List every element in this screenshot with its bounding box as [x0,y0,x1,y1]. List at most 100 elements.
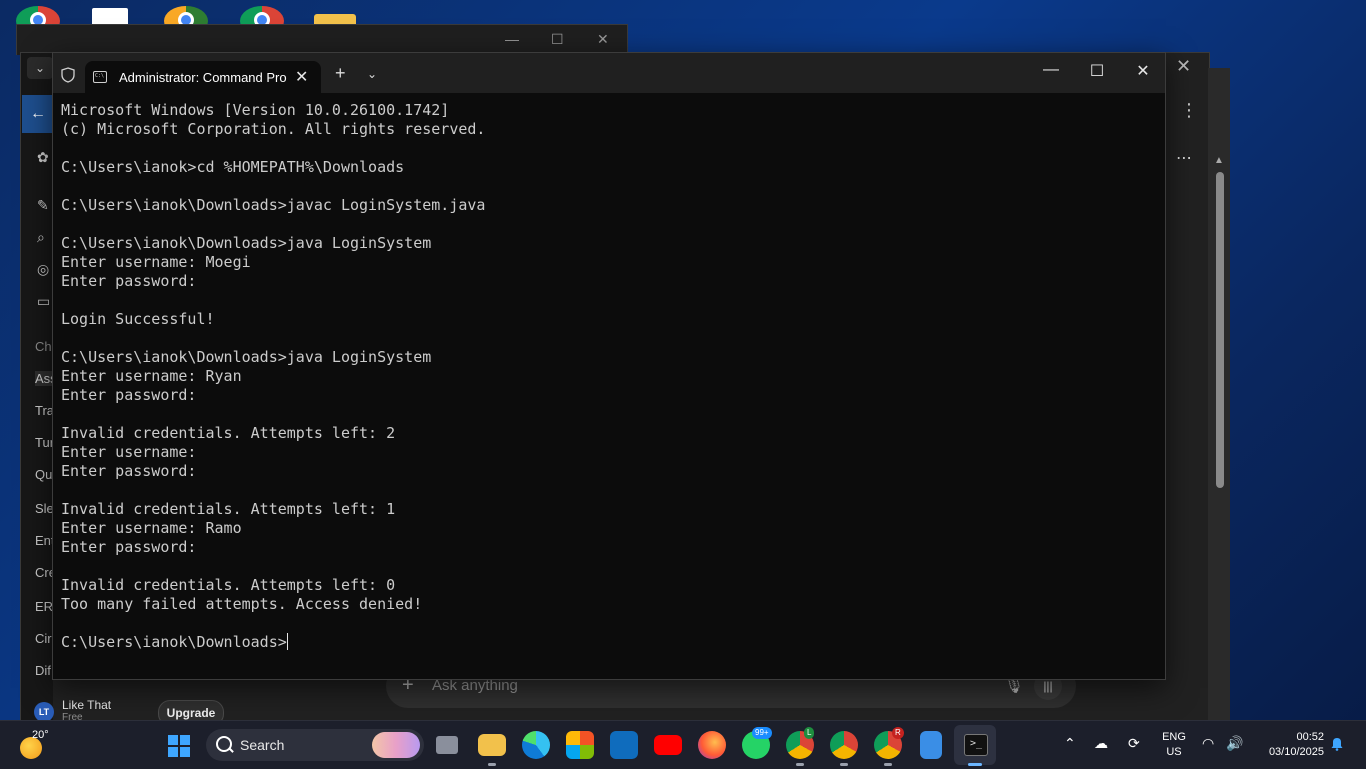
search-highlight-image [372,732,420,758]
language-indicator[interactable]: ENG US [1162,730,1186,760]
new-tab-icon[interactable]: + [335,63,346,84]
windows-start-icon[interactable] [168,735,190,757]
running-indicator [884,763,892,766]
maximize-icon[interactable]: ☐ [551,31,564,48]
terminal-titlebar[interactable]: Administrator: Command Pro ✕ + ⌄ — ☐ ✕ [53,53,1165,93]
show-hidden-icons-chevron[interactable]: ⌃ [1064,735,1076,752]
console-line: C:\Users\ianok\Downloads>javac LoginSyst… [61,196,486,214]
terminal-taskbar-button[interactable]: >_ [954,725,996,765]
microsoft-store-icon[interactable] [566,731,594,759]
back-arrow-icon[interactable]: ← [22,95,54,133]
chevron-down-icon[interactable]: ⌄ [27,57,53,79]
terminal-window: Administrator: Command Pro ✕ + ⌄ — ☐ ✕ M… [52,52,1166,680]
sidebar-item[interactable]: Sle [35,501,54,516]
more-options-icon[interactable]: ⋮ [1180,100,1198,121]
chevron-down-icon[interactable]: ⌄ [367,67,377,81]
console-line: C:\Users\ianok>cd %HOMEPATH%\Downloads [61,158,405,176]
close-icon[interactable]: ✕ [1123,61,1163,81]
console-line: Invalid credentials. Attempts left: 1 [61,500,396,518]
search-icon[interactable]: ⌕ [37,229,45,246]
scroll-up-arrow-icon[interactable]: ▲ [1214,155,1224,166]
close-icon[interactable]: ✕ [1176,56,1191,77]
console-line: Too many failed attempts. Access denied! [61,595,423,613]
console-line: C:\Users\ianok\Downloads>java LoginSyste… [61,348,432,366]
console-prompt[interactable]: C:\Users\ianok\Downloads> [61,633,1151,652]
keyboard-layout: US [1166,746,1182,758]
console-line: Enter password: [61,272,197,290]
console-line: Enter username: Ryan [61,367,242,385]
chrome-profile-badge: L [804,727,815,739]
whatsapp-badge: 99+ [752,727,772,739]
edge-icon[interactable] [522,731,550,759]
prompt-text: C:\Users\ianok\Downloads> [61,633,287,651]
tab-title: Administrator: Command Pro [119,70,287,85]
weather-temperature[interactable]: 20° [32,729,49,741]
console-line: Enter username: [61,443,197,461]
file-explorer-icon[interactable] [478,734,506,756]
console-line: Invalid credentials. Attempts left: 0 [61,576,396,594]
onedrive-icon[interactable]: ☁ [1094,735,1108,752]
search-label: Search [240,737,285,753]
new-chat-icon[interactable]: ✎ [37,197,49,214]
scrollbar-thumb[interactable] [1216,172,1224,488]
command-prompt-icon [93,71,107,83]
more-horizontal-icon[interactable]: ⋯ [1176,148,1192,168]
clock-date: 03/10/2025 [1268,746,1324,758]
task-view-icon[interactable] [436,736,458,754]
console-output[interactable]: Microsoft Windows [Version 10.0.26100.17… [61,101,1151,671]
running-indicator [796,763,804,766]
close-icon[interactable]: ✕ [597,31,609,48]
sidebar-item[interactable]: Qu [35,467,52,482]
user-name: Like That [62,698,112,712]
system-clock[interactable]: 00:52 03/10/2025 [1258,730,1324,760]
taskbar: 20° Search 99+ L R >_ ⌃ ☁ ⟳ ENG US ◠ 🔊 0… [0,720,1366,769]
sidebar-item[interactable]: Dif [35,663,51,678]
youtube-icon[interactable] [654,735,682,755]
tab-close-icon[interactable]: ✕ [295,67,308,87]
shield-icon [61,67,75,83]
avatar: LT [34,702,54,722]
maximize-icon[interactable]: ☐ [1077,61,1117,81]
sidebar-item[interactable]: Ch [35,339,52,354]
taskbar-search[interactable]: Search [206,729,424,761]
sync-icon[interactable]: ⟳ [1128,735,1140,752]
console-line: (c) Microsoft Corporation. All rights re… [61,120,486,138]
minimize-icon[interactable]: — [505,31,519,47]
openai-logo-icon[interactable]: ✿ [37,149,49,166]
console-line: Login Successful! [61,310,215,328]
tab-command-prompt[interactable]: Administrator: Command Pro ✕ [85,61,321,93]
wifi-icon[interactable]: ◠ [1202,735,1214,752]
language-code: ENG [1162,731,1186,743]
search-icon [216,736,232,752]
running-indicator [488,763,496,766]
active-indicator [968,763,982,766]
notification-bell-icon[interactable] [1330,737,1344,751]
console-line: Microsoft Windows [Version 10.0.26100.17… [61,101,450,119]
console-line: Enter username: Ramo [61,519,242,537]
running-indicator [840,763,848,766]
chrome-icon-2[interactable] [830,731,858,759]
firefox-icon[interactable] [698,731,726,759]
folder-icon[interactable]: ▭ [37,293,50,310]
minimize-icon[interactable]: — [1031,61,1071,79]
notepad-icon[interactable] [920,731,942,759]
outlook-icon[interactable] [610,731,638,759]
sidebar-item[interactable]: Cir [35,631,52,646]
library-icon[interactable]: ◎ [37,261,49,278]
chrome-profile-badge-2: R [892,727,904,739]
console-line: Invalid credentials. Attempts left: 2 [61,424,396,442]
console-line: Enter username: Moegi [61,253,251,271]
volume-icon[interactable]: 🔊 [1226,735,1243,752]
console-line: Enter password: [61,462,197,480]
console-line: C:\Users\ianok\Downloads>java LoginSyste… [61,234,432,252]
console-line: Enter password: [61,538,197,556]
